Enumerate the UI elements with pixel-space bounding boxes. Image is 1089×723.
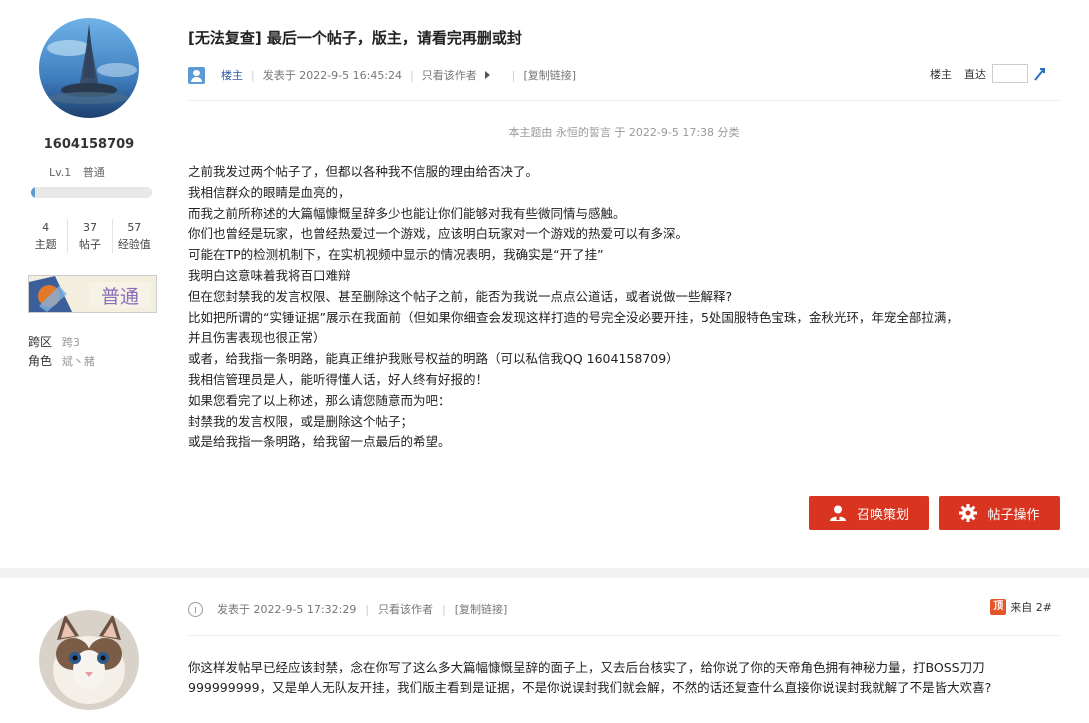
stat-value: 37 — [82, 221, 97, 234]
copy-link[interactable]: [复制链接] — [523, 67, 576, 83]
role-row: 角色 斌丶赭 — [28, 352, 95, 371]
jump-floor-input[interactable] — [992, 64, 1028, 83]
separator: | — [511, 68, 516, 82]
body-line: 你们也曾经是玩家，也曾经热爱过一个游戏，应该明白玩家对一个游戏的热爱可以有多深。 — [188, 226, 689, 242]
post-info-bar: 楼主 | 发表于 2022-9-5 16:45:24 | 只看该作者 | [复制… — [188, 64, 1060, 86]
stat-value: 57 — [127, 221, 142, 234]
stat-label: 帖子 — [78, 238, 101, 251]
body-line: 比如把所谓的“实锤证据”展示在我面前（但如果你细查会发现这样打造的号完全没必要开… — [188, 309, 959, 325]
gear-icon — [959, 504, 978, 522]
body-line: 或是给我指一条明路，给我留一点最后的希望。 — [188, 434, 451, 450]
post-2: 发表于 2022-9-5 17:32:29 | 只看该作者 | [复制链接] 顶… — [0, 578, 1089, 723]
summon-planner-button[interactable]: 召唤策划 — [809, 496, 929, 530]
info-icon — [188, 601, 203, 617]
body-line: 我相信群众的眼睛是血亮的， — [188, 184, 351, 200]
floor-tools: 楼主 直达 — [930, 64, 1048, 83]
post-body: 之前我发过两个帖子了，但都以各种我不信服的理由给否决了。 我相信群众的眼睛是血亮… — [188, 162, 1053, 453]
floor-number[interactable]: 来自 2# — [1010, 599, 1052, 615]
role-key: 角色 — [28, 354, 53, 368]
only-author-link[interactable]: 只看该作者 — [378, 601, 433, 617]
server-row: 跨区 跨3 — [28, 333, 95, 352]
body-line: 之前我发过两个帖子了，但都以各种我不信服的理由给否决了。 — [188, 164, 539, 179]
floor-owner-label: 楼主 — [221, 69, 243, 82]
thread-title: [无法复查] 最后一个帖子，版主，请看完再删或封 — [188, 29, 522, 47]
rank-value: 普通 — [82, 166, 105, 179]
post-actions-button[interactable]: 帖子操作 — [939, 496, 1060, 530]
post-1: 1604158709 Lv.1 普通 4 主题 37 帖子 57 经验值 普通 … — [0, 0, 1089, 568]
body-line: 但在您封禁我的发言权限、甚至删除这个帖子之前，能否为我说一点点公道话，或者说做一… — [188, 288, 733, 304]
play-icon[interactable] — [484, 71, 490, 79]
user-meta: 跨区 跨3 角色 斌丶赭 — [28, 333, 95, 371]
user-avatar[interactable] — [39, 610, 139, 710]
category-note: 本主题由 永恒的誓言 于 2022-9-5 17:38 分类 — [508, 126, 740, 139]
separator: | — [251, 68, 255, 82]
bump-icon[interactable]: 顶 — [990, 599, 1007, 615]
user-stats: 4 主题 37 帖子 57 经验值 — [24, 219, 156, 253]
owner-link[interactable]: 楼主 — [930, 66, 952, 82]
body-line: 如果您看完了以上称述，那么请您随意而为吧： — [188, 392, 451, 408]
user-icon — [829, 505, 846, 521]
username[interactable]: 1604158709 — [0, 137, 178, 152]
server-value: 跨3 — [61, 336, 80, 349]
level-progress-fill — [31, 187, 35, 198]
post-time: 发表于 2022-9-5 17:32:29 — [217, 603, 357, 616]
only-author-link[interactable]: 只看该作者 — [422, 67, 477, 83]
body-line: 封禁我的发言权限，或是删除这个帖子； — [188, 413, 414, 429]
body-line: 并且伤害表现也很正常） — [188, 330, 326, 346]
post-separator — [0, 568, 1089, 578]
body-line: 我相信管理员是人，能听得懂人话，好人终有好报的！ — [188, 371, 489, 387]
post-actions-label: 帖子操作 — [987, 507, 1040, 523]
body-line: 而我之前所称述的大篇幅慷慨呈辞多少也能让你们能够对我有些微同情与感触。 — [188, 205, 626, 221]
divider — [188, 635, 1060, 636]
user-level: Lv.1 普通 — [49, 164, 113, 180]
separator: | — [365, 602, 370, 616]
separator: | — [410, 68, 414, 82]
body-line: 可能在TP的检测机制下，在实机视频中显示的情况表明，我确实是“开了挂” — [188, 247, 604, 263]
post-body: 你这样发帖早已经应该封禁，念在你写了这么多大篇幅慷慨呈辞的面子上，又去后台核实了… — [188, 660, 992, 695]
jump-label: 直达 — [964, 67, 986, 81]
jump-arrow-icon[interactable] — [1032, 66, 1048, 82]
rank-badge: 普通 — [28, 275, 157, 313]
role-value: 斌丶赭 — [61, 355, 95, 368]
level-value: Lv.1 — [49, 166, 72, 179]
user-icon[interactable] — [188, 66, 205, 84]
stat-exp[interactable]: 57 经验值 — [111, 219, 156, 253]
stat-label: 主题 — [34, 238, 57, 251]
copy-link[interactable]: [复制链接] — [455, 601, 508, 617]
stat-label: 经验值 — [117, 238, 151, 251]
separator: | — [442, 602, 446, 616]
user-avatar[interactable] — [39, 18, 139, 118]
body-line: 我明白这意味着我将百口难辩 — [188, 267, 351, 283]
level-progress-bar — [31, 187, 152, 198]
badge-label: 普通 — [101, 286, 139, 308]
summon-planner-label: 召唤策划 — [856, 507, 909, 523]
server-key: 跨区 — [28, 335, 53, 349]
body-line: 或者，给我指一条明路，能真正维护我账号权益的明路（可以私信我QQ 1604158… — [188, 351, 679, 367]
stat-topics[interactable]: 4 主题 — [24, 219, 67, 253]
post-info-bar: 发表于 2022-9-5 17:32:29 | 只看该作者 | [复制链接] 顶… — [188, 599, 1060, 619]
divider — [188, 100, 1060, 101]
post-time: 发表于 2022-9-5 16:45:24 — [262, 69, 403, 82]
floor-indicator: 顶 来自 2# — [990, 599, 1052, 615]
stat-posts[interactable]: 37 帖子 — [67, 219, 111, 253]
stat-value: 4 — [42, 221, 50, 234]
